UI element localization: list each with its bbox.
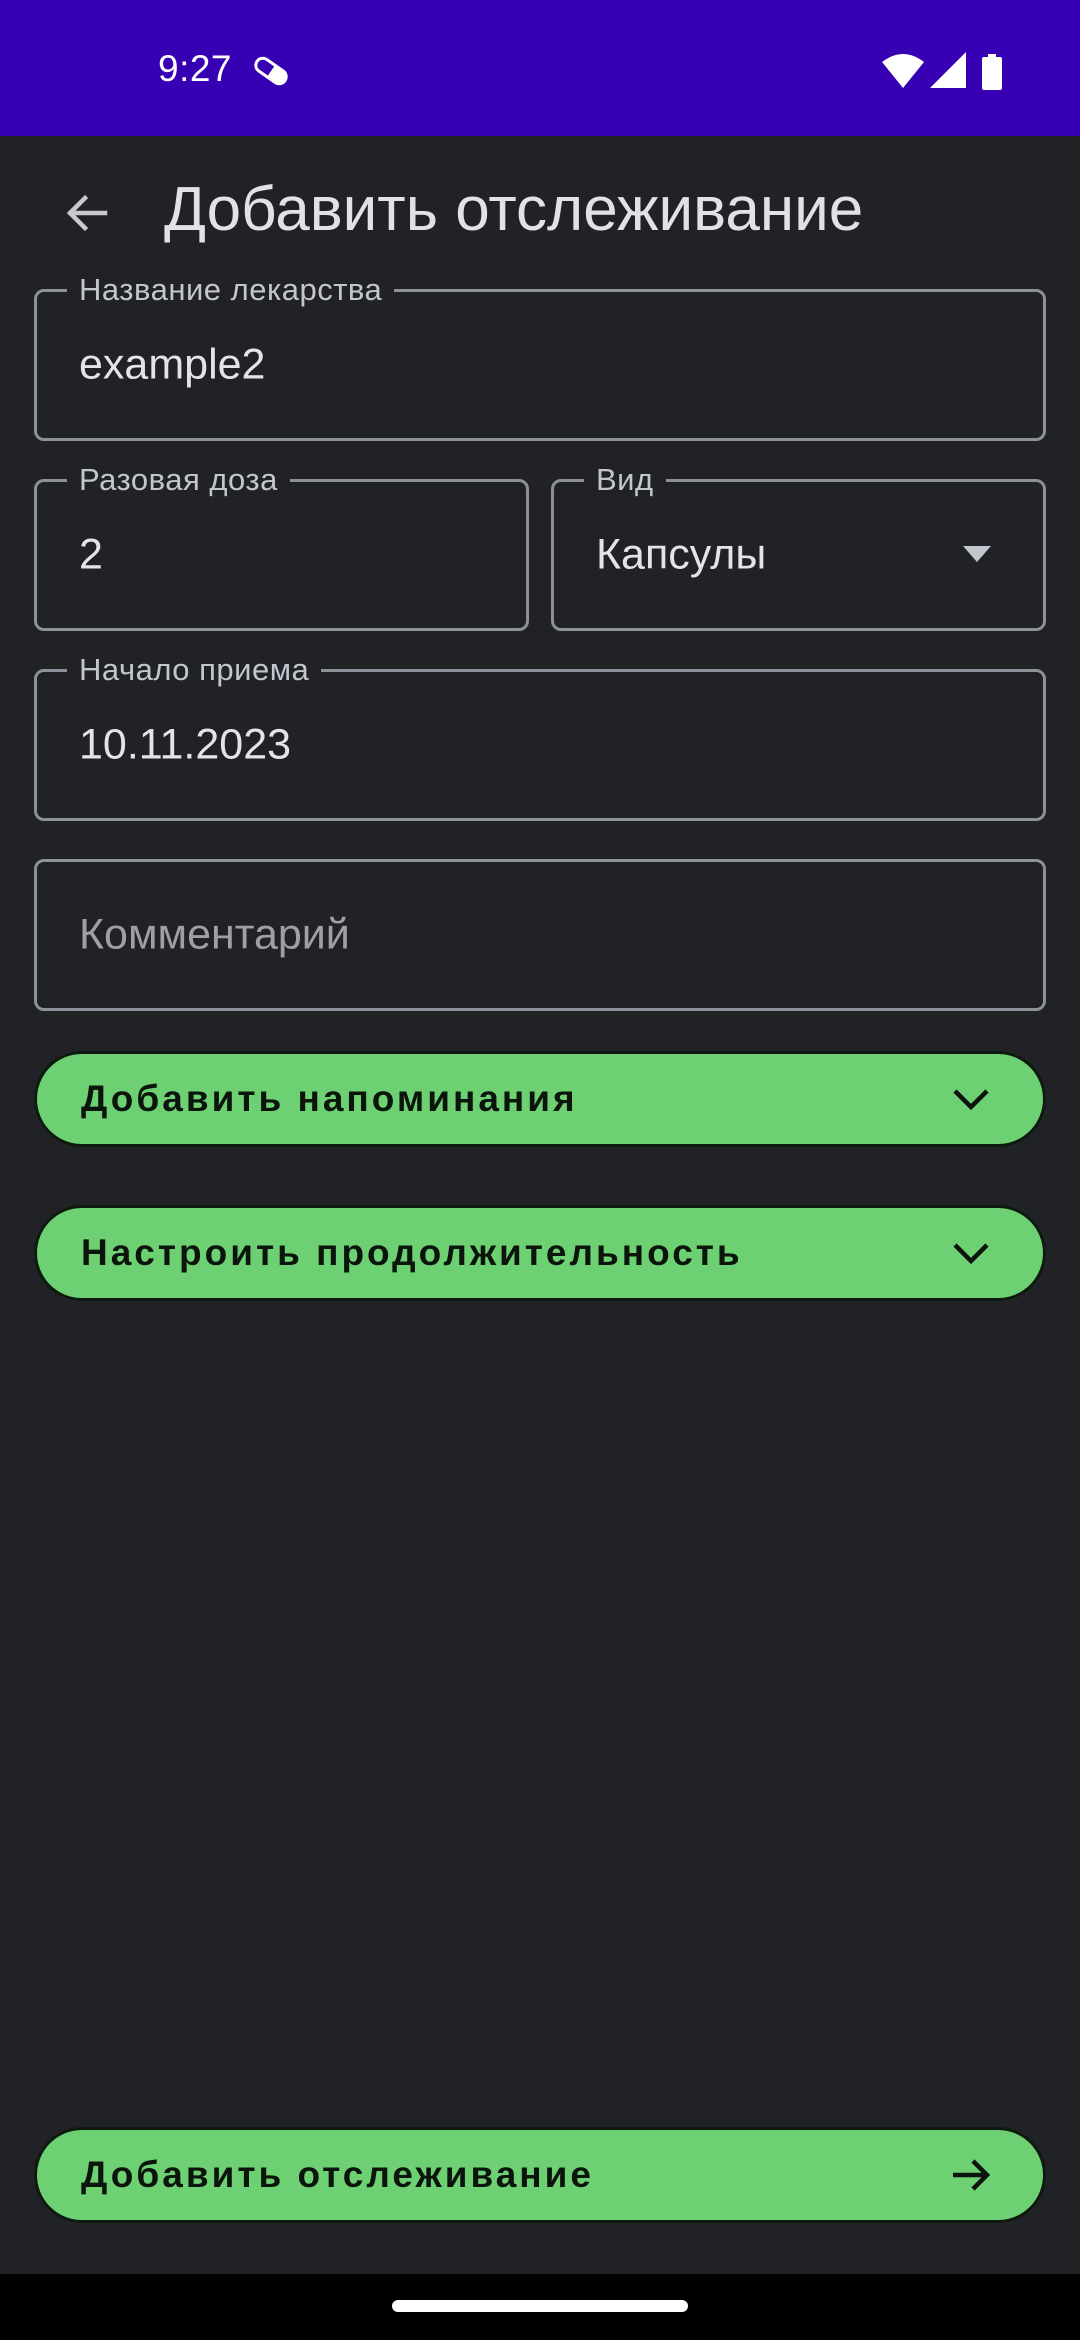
signal-icon [930, 52, 966, 88]
start-date-label: Начало приема [67, 652, 322, 688]
dropdown-arrow-icon [963, 546, 991, 562]
configure-duration-label: Настроить продолжительность [81, 1232, 743, 1273]
configure-duration-button[interactable]: Настроить продолжительность [34, 1205, 1046, 1301]
form-type-value: Капсулы [596, 530, 767, 579]
back-button[interactable] [44, 170, 130, 256]
dose-value: 2 [79, 530, 103, 579]
dose-label: Разовая доза [67, 462, 290, 498]
home-indicator[interactable] [392, 2300, 688, 2312]
page-title: Добавить отслеживание [164, 175, 864, 244]
form-type-label: Вид [584, 462, 666, 498]
arrow-forward-icon [953, 2159, 991, 2191]
comment-field[interactable]: Комментарий [34, 859, 1046, 1011]
arrow-back-icon [66, 194, 108, 232]
start-date-value: 10.11.2023 [79, 720, 292, 769]
comment-placeholder: Комментарий [79, 910, 350, 959]
start-date-field[interactable]: Начало приема 10.11.2023 [34, 652, 1046, 821]
add-tracking-button[interactable]: Добавить отслеживание [34, 2127, 1046, 2223]
add-tracking-label: Добавить отслеживание [81, 2154, 594, 2195]
chevron-down-icon [953, 1089, 989, 1111]
status-bar: 9:27 [0, 0, 1080, 136]
status-time: 9:27 [158, 48, 233, 89]
dose-field[interactable]: Разовая доза 2 [34, 462, 529, 631]
battery-icon [982, 54, 1002, 90]
add-reminders-label: Добавить напоминания [81, 1078, 578, 1119]
add-reminders-button[interactable]: Добавить напоминания [34, 1051, 1046, 1147]
form-type-dropdown[interactable]: Вид Капсулы [551, 462, 1046, 631]
medicine-name-value: example2 [79, 340, 266, 389]
chevron-down-icon [953, 1243, 989, 1265]
medicine-name-field[interactable]: Название лекарства example2 [34, 272, 1046, 441]
pill-icon [254, 56, 288, 86]
medicine-name-label: Название лекарства [67, 272, 395, 308]
wifi-icon [882, 54, 924, 88]
